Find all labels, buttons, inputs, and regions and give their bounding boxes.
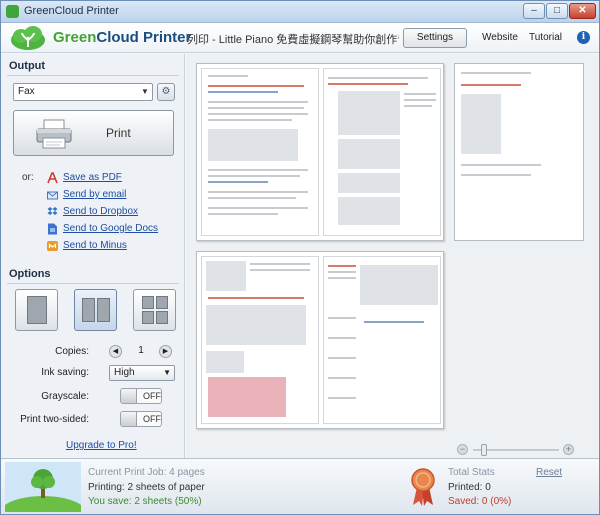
grayscale-label: Grayscale:: [41, 391, 89, 402]
chevron-down-icon: ▼: [163, 368, 171, 377]
chevron-down-icon: ▼: [141, 87, 149, 96]
printer-select[interactable]: Fax ▼: [13, 83, 153, 101]
toggle-knob: [121, 412, 137, 426]
printer-icon: [36, 119, 72, 149]
brand-name-rest: Cloud Printer: [96, 29, 192, 46]
title-bar[interactable]: GreenCloud Printer – □ ✕: [1, 1, 599, 23]
minimize-button[interactable]: –: [523, 3, 545, 19]
preview-page: [201, 68, 319, 236]
layout-4-page-button[interactable]: [133, 289, 176, 331]
preview-sheet-next: [454, 63, 584, 241]
document-title: 列印 - Little Piano 免費虛擬鋼琴幫助你創作音樂: [187, 34, 399, 46]
tutorial-link[interactable]: Tutorial: [529, 32, 562, 43]
page-thumbnail-icon: [97, 298, 110, 322]
print-button-label: Print: [106, 126, 131, 140]
printer-select-value: Fax: [18, 86, 35, 97]
total-stats-label: Total Stats: [448, 467, 495, 478]
award-ribbon-icon: [411, 468, 435, 506]
send-to-google-docs-label: Send to Google Docs: [63, 223, 159, 234]
options-section-title: Options: [9, 268, 51, 280]
print-preview[interactable]: − +: [186, 54, 599, 458]
copies-value[interactable]: 1: [125, 345, 157, 356]
app-header: GreenCloud Printer 列印 - Little Piano 免費虛…: [1, 23, 599, 53]
current-job-label: Current Print Job: 4 pages: [88, 467, 205, 478]
minus-icon: [47, 241, 58, 251]
divider: [7, 75, 179, 76]
copies-label: Copies:: [55, 346, 89, 357]
copies-stepper: ◀ 1 ▶: [109, 344, 172, 360]
maximize-button[interactable]: □: [546, 3, 568, 19]
app-icon: [6, 5, 19, 18]
sheets-saved: You save: 2 sheets (50%): [88, 496, 202, 507]
saved-total: Saved: 0 (0%): [448, 496, 512, 507]
zoom-slider[interactable]: − +: [457, 444, 577, 456]
website-link[interactable]: Website: [482, 32, 518, 43]
google-docs-icon: [48, 223, 57, 235]
printing-count: Printing: 2 sheets of paper: [88, 482, 205, 493]
printer-properties-button[interactable]: ⚙: [157, 83, 175, 101]
printed-total: Printed: 0: [448, 482, 491, 493]
upgrade-to-pro-link[interactable]: Upgrade to Pro!: [66, 440, 137, 451]
email-icon: [47, 191, 58, 200]
output-section-title: Output: [9, 60, 46, 72]
brand-name: GreenCloud Printer: [53, 29, 191, 46]
ink-saving-select[interactable]: High ▼: [109, 365, 175, 381]
send-to-dropbox-label: Send to Dropbox: [63, 206, 139, 217]
copies-decrement-button[interactable]: ◀: [109, 345, 122, 358]
page-thumbnail-icon: [27, 296, 47, 324]
tree-hill-icon: [5, 462, 81, 512]
or-label: or:: [22, 172, 34, 183]
print-button[interactable]: Print: [13, 110, 174, 156]
options-panel: Output Fax ▼ ⚙ Print or: Save as PDF Sen…: [1, 54, 185, 458]
send-to-minus-label: Send to Minus: [63, 240, 127, 251]
copies-increment-button[interactable]: ▶: [159, 345, 172, 358]
two-sided-toggle[interactable]: OFF: [120, 411, 162, 427]
preview-sheet-2: [196, 251, 444, 429]
layout-1-page-button[interactable]: [15, 289, 58, 331]
cloud-logo-icon: [11, 26, 45, 50]
two-sided-state: OFF: [143, 414, 161, 424]
send-by-email-label: Send by email: [63, 189, 127, 200]
page-thumbnail-icon: [142, 311, 154, 324]
page-thumbnail-icon: [82, 298, 95, 322]
page-thumbnail-icon: [156, 311, 168, 324]
layout-2-page-button[interactable]: [74, 289, 117, 331]
zoom-out-icon[interactable]: −: [457, 444, 468, 455]
grayscale-toggle[interactable]: OFF: [120, 388, 162, 404]
brand-name-green: Green: [53, 29, 97, 46]
zoom-in-icon[interactable]: +: [563, 444, 574, 455]
close-button[interactable]: ✕: [569, 3, 596, 19]
preview-sheet-1: [196, 63, 444, 241]
ink-saving-value: High: [114, 367, 135, 378]
app-window: GreenCloud Printer – □ ✕ GreenCloud Prin…: [0, 0, 600, 515]
reset-link[interactable]: Reset: [536, 467, 562, 478]
gear-icon: ⚙: [161, 86, 171, 97]
grayscale-state: OFF: [143, 391, 161, 401]
two-sided-label: Print two-sided:: [20, 414, 89, 425]
divider: [7, 283, 179, 284]
zoom-thumb[interactable]: [481, 444, 487, 456]
save-as-pdf-label: Save as PDF: [63, 172, 122, 183]
ink-saving-label: Ink saving:: [41, 367, 89, 378]
settings-button[interactable]: Settings: [403, 28, 467, 48]
info-icon[interactable]: i: [577, 31, 590, 44]
dropbox-icon: [47, 207, 58, 215]
status-bar: Current Print Job: 4 pages Printing: 2 s…: [1, 458, 599, 514]
page-thumbnail-icon: [142, 296, 154, 309]
preview-page: [323, 256, 441, 424]
window-title: GreenCloud Printer: [24, 5, 119, 17]
preview-page: [201, 256, 319, 424]
pdf-icon: [47, 172, 58, 184]
toggle-knob: [121, 389, 137, 403]
preview-page: [323, 68, 441, 236]
page-thumbnail-icon: [156, 296, 168, 309]
